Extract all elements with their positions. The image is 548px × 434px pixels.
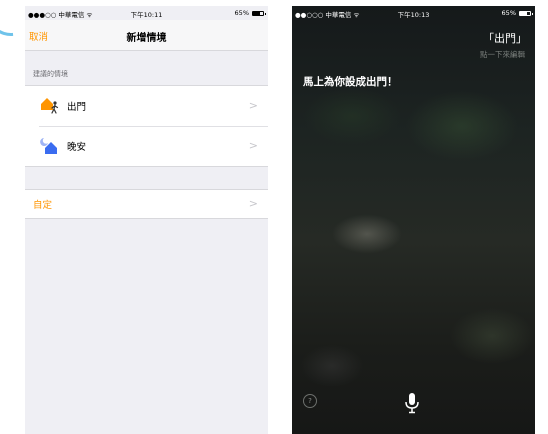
- microphone-icon[interactable]: [402, 392, 422, 414]
- siri-screen: ●●○○○ 中華電信 ᯤ 下午10:13 65% 「出門」 點一下來編輯 馬上為…: [292, 6, 535, 434]
- status-bar: ●●○○○ 中華電信 ᯤ 下午10:13 65%: [292, 6, 535, 20]
- chevron-right-icon: >: [248, 139, 258, 152]
- siri-query-text[interactable]: 「出門」: [483, 30, 527, 46]
- battery-indicator: 65%: [501, 9, 533, 17]
- siri-response: 馬上為你設成出門！: [303, 76, 398, 88]
- suggested-scenes-header: 建議的情境: [25, 51, 268, 85]
- help-button[interactable]: ?: [303, 394, 317, 408]
- suggested-scenes-list: 出門 > 晚安 >: [25, 85, 268, 167]
- battery-percent: 65%: [501, 9, 516, 17]
- battery-icon: [519, 10, 533, 16]
- leave-home-icon: [39, 95, 61, 117]
- custom-scene-list: 自定 >: [25, 189, 268, 219]
- status-time: 下午10:11: [130, 11, 163, 19]
- section-label: 建議的情境: [33, 70, 68, 78]
- battery-percent: 65%: [234, 9, 249, 17]
- scene-label: 晚安: [67, 142, 87, 153]
- good-night-icon: [39, 135, 61, 157]
- add-scene-screen: ●●●○○ 中華電信 ᯤ 下午10:11 65% 取消 新增情境 建議的情境 出…: [25, 6, 268, 434]
- battery-indicator: 65%: [234, 9, 266, 17]
- status-time: 下午10:13: [397, 11, 430, 19]
- page-title: 新增情境: [126, 33, 167, 44]
- scene-label: 出門: [67, 102, 87, 113]
- battery-icon: [252, 10, 266, 16]
- chevron-right-icon: >: [248, 197, 258, 210]
- custom-label: 自定: [33, 200, 53, 211]
- scene-row-good-night[interactable]: 晚安 >: [25, 126, 268, 166]
- status-bar: ●●●○○ 中華電信 ᯤ 下午10:11 65%: [25, 6, 268, 20]
- tap-to-edit-hint: 點一下來編輯: [480, 50, 525, 59]
- scene-row-leave-home[interactable]: 出門 >: [25, 86, 268, 126]
- chevron-right-icon: >: [248, 99, 258, 112]
- custom-scene-row[interactable]: 自定 >: [25, 190, 268, 218]
- navigation-bar: 取消 新增情境: [25, 20, 268, 51]
